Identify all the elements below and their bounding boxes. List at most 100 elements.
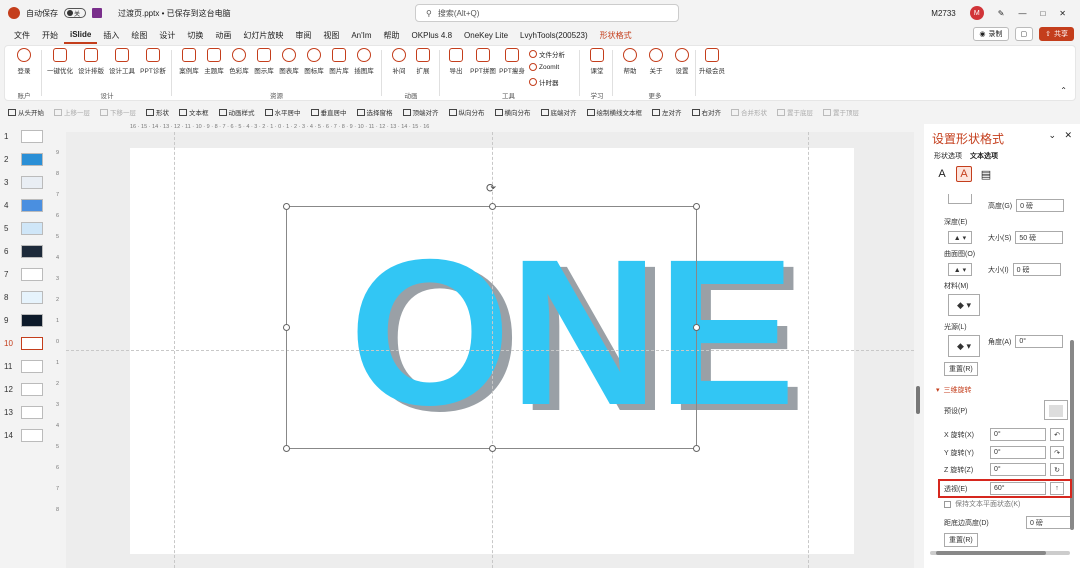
collapse-ribbon-icon[interactable]: ⌃ [1060, 86, 1067, 95]
thumbnail-item[interactable]: 13 [4, 406, 44, 422]
thumbnail-item[interactable]: 2 [4, 153, 44, 169]
optimize-button[interactable]: 一键优化 [45, 48, 75, 75]
toolbar-item[interactable]: 绘制横线文本框 [586, 107, 642, 117]
collapse-triangle-icon[interactable]: ▾ [936, 386, 940, 394]
design-tools-button[interactable]: 设计工具 [107, 48, 137, 75]
toolbar-item[interactable]: 置于顶层 [823, 107, 859, 117]
resize-handle[interactable] [283, 445, 290, 452]
tab-slideshow[interactable]: 幻灯片放映 [237, 26, 289, 44]
section-3d-rotation[interactable]: 三维旋转 [944, 385, 972, 395]
thumbnail-item[interactable]: 3 [4, 176, 44, 192]
ppt-diagnose-button[interactable]: PPT诊断 [138, 48, 168, 75]
tab-text-options[interactable]: 文本选项 [970, 151, 998, 161]
toolbar-item[interactable]: 顶端对齐 [402, 107, 439, 117]
thumbnail-item[interactable]: 4 [4, 199, 44, 215]
tab-okplus[interactable]: OKPlus 4.8 [406, 26, 458, 44]
tab-animations[interactable]: 动画 [209, 26, 237, 44]
ppt-puzzle-button[interactable]: PPT拼图 [468, 48, 498, 75]
resize-handle[interactable] [489, 445, 496, 452]
rotate-z-icon[interactable]: ↻ [1050, 463, 1064, 476]
keep-flat-checkbox[interactable] [944, 500, 951, 508]
thumbnail-item[interactable]: 9 [4, 314, 44, 330]
minimize-icon[interactable]: — [1018, 9, 1026, 18]
depth-color-button[interactable]: ▲ ▾ [948, 231, 972, 244]
text-effects-icon[interactable]: A [956, 166, 972, 182]
rotate-handle-icon[interactable]: ⟳ [486, 181, 496, 195]
resize-handle[interactable] [283, 203, 290, 210]
record-button[interactable]: ◉ 录制 [973, 27, 1009, 41]
preset-dropdown[interactable] [1044, 400, 1068, 420]
toolbar-item[interactable]: 置于底层 [777, 107, 813, 117]
toolbar-item[interactable]: 水平居中 [264, 107, 301, 117]
toolbar-item[interactable]: 选择窗格 [356, 107, 393, 117]
angle-field[interactable]: 0° [1015, 335, 1064, 348]
tab-transitions[interactable]: 切换 [181, 26, 209, 44]
ppt-slim-button[interactable]: PPT瘦身 [497, 48, 527, 75]
chevron-down-icon[interactable]: ⌄ [1048, 130, 1056, 141]
textbox-icon[interactable]: ▤ [978, 166, 994, 182]
panel-scrollbar[interactable] [1070, 240, 1074, 568]
filename-label[interactable]: 过渡页.pptx • 已保存到这台电脑 [118, 8, 231, 19]
tab-view[interactable]: 视图 [317, 26, 345, 44]
tab-anim[interactable]: An'Im [345, 26, 377, 44]
height-field[interactable]: 0 磅 [1016, 199, 1065, 212]
thumbnail-item[interactable]: 12 [4, 383, 44, 399]
material-dropdown[interactable]: ◆ ▾ [948, 294, 980, 316]
toolbar-item[interactable]: 形状 [146, 107, 169, 117]
resize-handle[interactable] [693, 324, 700, 331]
layout-button[interactable]: 设计排版 [76, 48, 106, 75]
canvas-scrollbar[interactable] [914, 124, 922, 568]
depth-size-field[interactable]: 50 磅 [1015, 231, 1064, 244]
toolbar-item[interactable]: 垂直居中 [310, 107, 347, 117]
maximize-icon[interactable]: □ [1040, 9, 1045, 18]
pen-icon[interactable]: ✎ [998, 9, 1005, 18]
tab-review[interactable]: 审阅 [289, 26, 317, 44]
y-rotation-field[interactable]: 0° [990, 446, 1046, 459]
tab-design[interactable]: 设计 [153, 26, 181, 44]
toolbar-item[interactable]: 上移一层 [54, 107, 90, 117]
tab-islide[interactable]: iSlide [64, 26, 98, 44]
thumbnail-item[interactable]: 5 [4, 222, 44, 238]
thumbnail-item[interactable]: 7 [4, 268, 44, 284]
contour-size-field[interactable]: 0 磅 [1012, 263, 1061, 276]
x-rotation-field[interactable]: 0° [990, 428, 1046, 441]
file-analysis-button[interactable]: 文件分析 [529, 49, 565, 59]
upgrade-button[interactable]: 升级会员 [697, 48, 727, 75]
toolbar-item[interactable]: 纵向分布 [448, 107, 485, 117]
resize-handle[interactable] [693, 445, 700, 452]
tab-draw[interactable]: 绘图 [125, 26, 153, 44]
tab-shape-format[interactable]: 形状格式 [594, 26, 638, 44]
tab-insert[interactable]: 插入 [97, 26, 125, 44]
export-button[interactable]: 导出 [441, 48, 471, 75]
autosave-toggle[interactable]: 关 [64, 8, 86, 18]
illustration-library-button[interactable]: 插图库 [349, 48, 379, 75]
settings-button[interactable]: 设置 [667, 48, 697, 75]
resize-handle[interactable] [283, 324, 290, 331]
search-input[interactable]: ⚲ 搜索(Alt+Q) [415, 4, 679, 22]
thumbnail-item[interactable]: 14 [4, 429, 44, 445]
tab-onekey[interactable]: OneKey Lite [458, 26, 514, 44]
tab-file[interactable]: 文件 [8, 26, 36, 44]
text-fill-icon[interactable]: A [934, 166, 950, 182]
thumbnail-item-selected[interactable]: 10 [4, 337, 44, 353]
thumbnail-item[interactable]: 1 [4, 130, 44, 146]
reset-button-2[interactable]: 重置(R) [944, 533, 978, 547]
avatar[interactable]: M [969, 6, 984, 20]
classroom-button[interactable]: 课堂 [582, 48, 612, 75]
resize-handle[interactable] [693, 203, 700, 210]
tab-home[interactable]: 开始 [36, 26, 64, 44]
save-icon[interactable] [92, 8, 102, 18]
resize-handle[interactable] [489, 203, 496, 210]
contour-color-button[interactable]: ▲ ▾ [948, 263, 972, 276]
toolbar-item[interactable]: 左对齐 [652, 107, 682, 117]
close-icon[interactable]: ✕ [1064, 130, 1072, 141]
share-button[interactable]: ⇧ 共享 [1039, 27, 1074, 41]
thumbnail-item[interactable]: 6 [4, 245, 44, 261]
login-button[interactable]: 登录 [9, 48, 39, 75]
tab-help[interactable]: 帮助 [378, 26, 406, 44]
toolbar-item[interactable]: 文本框 [179, 107, 209, 117]
toolbar-item[interactable]: 从头开始 [8, 107, 44, 117]
rotate-up-icon[interactable]: ↷ [1050, 446, 1064, 459]
toolbar-item[interactable]: 横向分布 [494, 107, 531, 117]
tab-shape-options[interactable]: 形状选项 [934, 151, 962, 161]
